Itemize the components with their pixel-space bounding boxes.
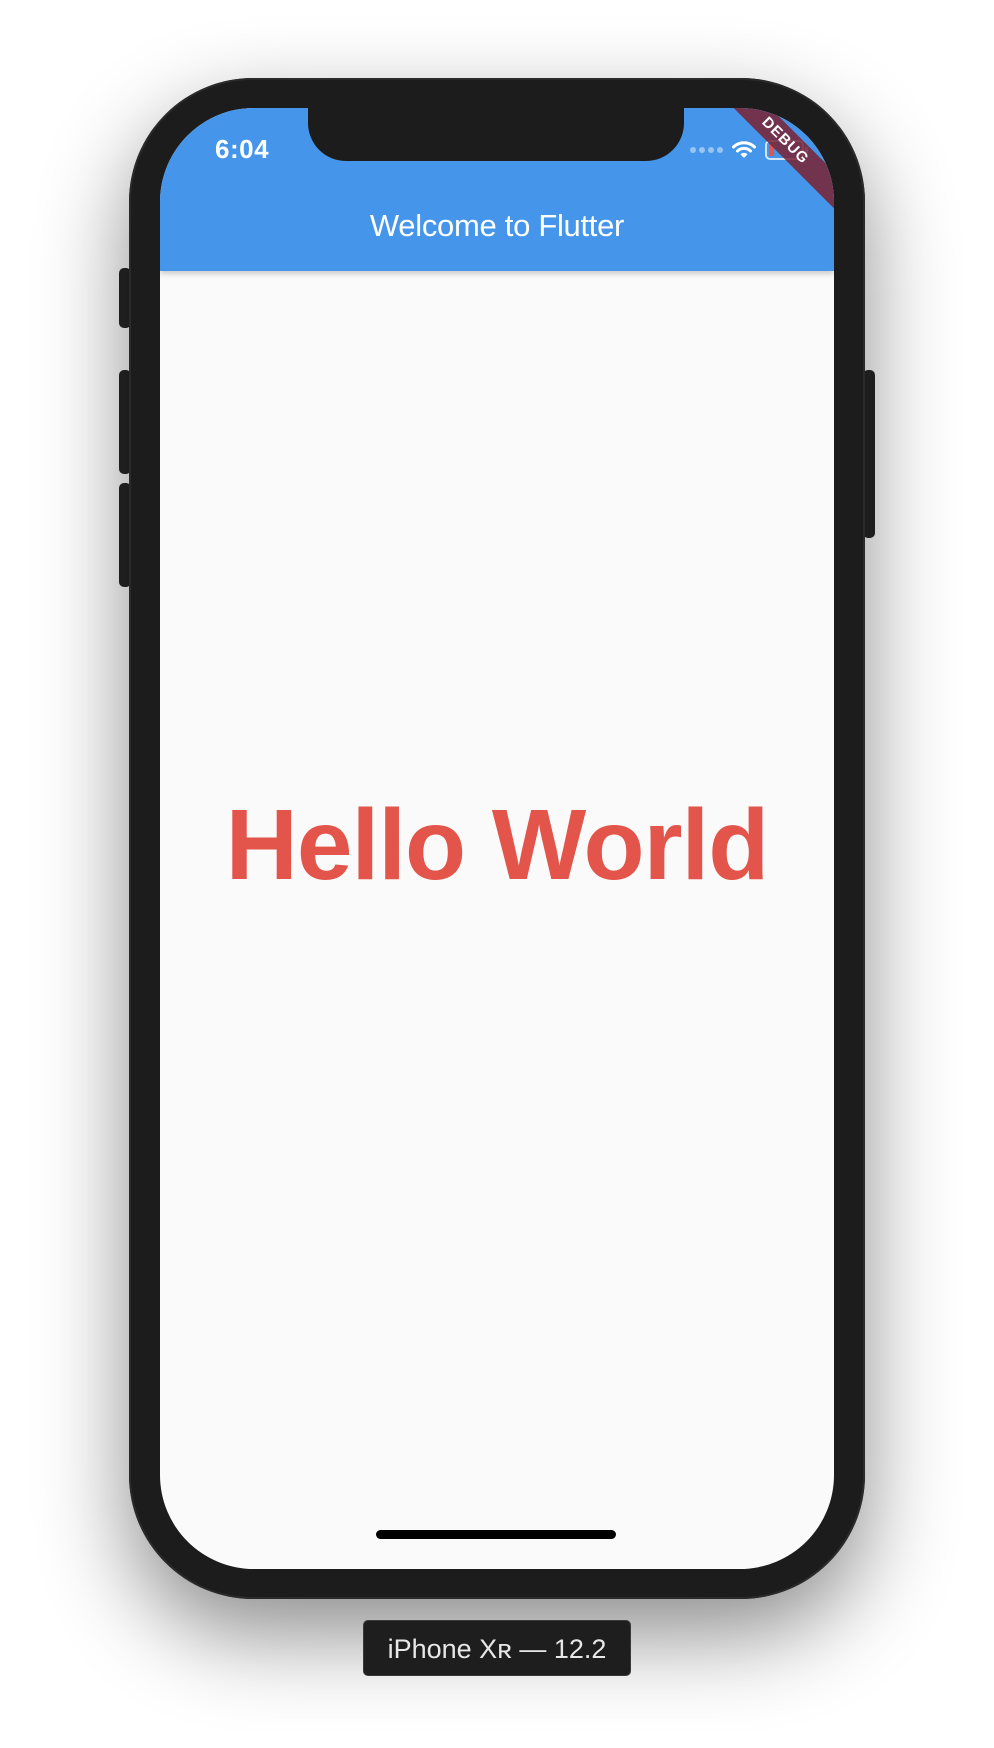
app-bar-title: Welcome to Flutter	[369, 208, 625, 243]
cellular-signal-icon	[690, 147, 723, 153]
wifi-icon	[731, 140, 757, 160]
home-indicator[interactable]	[376, 1530, 616, 1539]
notch	[308, 108, 684, 161]
status-time: 6:04	[215, 134, 270, 164]
hello-world-text: Hello World	[225, 789, 770, 901]
device-frame: 6:04 Welcome to Flutter DEBUG Hello Worl…	[129, 78, 865, 1599]
device-label: iPhone Xʀ — 12.2	[363, 1620, 631, 1676]
app-screen: 6:04 Welcome to Flutter DEBUG Hello Worl…	[160, 108, 834, 1569]
